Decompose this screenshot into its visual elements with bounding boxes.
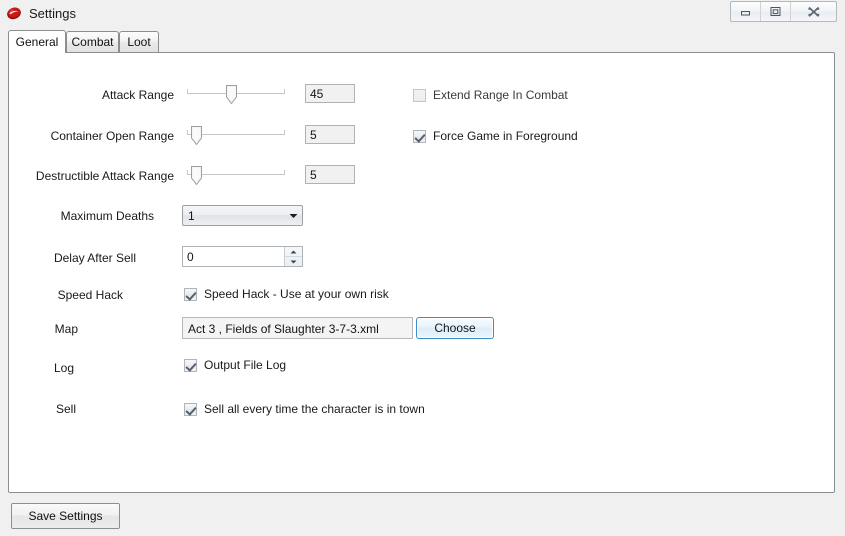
tab-combat-label: Combat	[71, 35, 114, 49]
container-open-range-value[interactable]: 5	[305, 125, 355, 144]
minimize-button[interactable]	[731, 2, 761, 21]
tab-loot-label: Loot	[127, 35, 151, 49]
output-file-log-row[interactable]: Output File Log	[184, 358, 286, 372]
stepper-buttons	[284, 247, 302, 266]
save-settings-button[interactable]: Save Settings	[11, 503, 120, 529]
maximum-deaths-label: Maximum Deaths	[60, 209, 154, 223]
map-label: Map	[54, 322, 78, 336]
extend-range-in-combat-label: Extend Range In Combat	[433, 88, 568, 102]
sell-label: Sell	[55, 402, 76, 416]
speed-hack-label: Speed Hack	[57, 288, 123, 302]
container-open-range-slider[interactable]	[187, 124, 285, 148]
attack-range-slider[interactable]	[187, 83, 285, 107]
choose-map-button-label: Choose	[434, 321, 476, 335]
force-game-in-foreground-checkbox[interactable]	[413, 129, 426, 143]
destructible-attack-range-label: Destructible Attack Range	[35, 169, 174, 183]
log-label: Log	[53, 361, 74, 375]
app-logo-icon	[6, 5, 22, 21]
stepper-up-button[interactable]	[285, 247, 302, 257]
extend-range-in-combat-row[interactable]: Extend Range In Combat	[413, 88, 568, 102]
save-settings-label: Save Settings	[28, 509, 103, 523]
delay-after-sell-stepper[interactable]: 0	[182, 246, 303, 267]
delay-after-sell-label: Delay After Sell	[53, 251, 136, 265]
slider-tick-left	[187, 130, 188, 135]
speed-hack-checkbox-label: Speed Hack - Use at your own risk	[204, 287, 389, 301]
destructible-attack-range-value[interactable]: 5	[305, 165, 355, 184]
slider-thumb[interactable]	[191, 126, 202, 145]
tab-combat[interactable]: Combat	[66, 31, 119, 52]
title-bar: Settings	[0, 0, 845, 26]
attack-range-value[interactable]: 45	[305, 84, 355, 103]
window-title: Settings	[29, 5, 76, 21]
choose-map-button[interactable]: Choose	[416, 317, 494, 339]
map-path-input[interactable]: Act 3 , Fields of Slaughter 3-7-3.xml	[182, 317, 413, 339]
slider-thumb[interactable]	[226, 85, 237, 104]
close-button[interactable]	[791, 2, 836, 21]
sell-all-in-town-row[interactable]: Sell all every time the character is in …	[184, 402, 425, 416]
force-game-in-foreground-label: Force Game in Foreground	[433, 129, 578, 143]
sell-all-in-town-checkbox[interactable]	[184, 402, 197, 416]
general-tab-panel: Attack Range 45 Extend Range In Combat C…	[8, 52, 835, 493]
slider-tick-right	[284, 170, 285, 175]
container-open-range-label: Container Open Range	[50, 129, 174, 143]
speed-hack-row[interactable]: Speed Hack - Use at your own risk	[184, 287, 389, 301]
force-game-in-foreground-row[interactable]: Force Game in Foreground	[413, 129, 578, 143]
extend-range-in-combat-checkbox[interactable]	[413, 88, 426, 102]
tab-strip: General Combat Loot	[8, 30, 837, 53]
window-controls	[730, 1, 837, 22]
slider-thumb[interactable]	[191, 166, 202, 185]
output-file-log-checkbox[interactable]	[184, 358, 197, 372]
slider-tick-left	[187, 170, 188, 175]
chevron-down-icon	[285, 213, 302, 219]
slider-tick-right	[284, 89, 285, 94]
maximum-deaths-value: 1	[188, 208, 195, 223]
tab-general-label: General	[15, 35, 59, 49]
attack-range-label: Attack Range	[101, 88, 174, 102]
maximize-button[interactable]	[761, 2, 791, 21]
delay-after-sell-value[interactable]: 0	[183, 247, 284, 266]
stepper-down-button[interactable]	[285, 257, 302, 266]
slider-tick-right	[284, 130, 285, 135]
speed-hack-checkbox[interactable]	[184, 287, 197, 301]
destructible-attack-range-slider[interactable]	[187, 164, 285, 188]
output-file-log-label: Output File Log	[204, 358, 287, 372]
sell-all-in-town-label: Sell all every time the character is in …	[204, 402, 425, 416]
slider-tick-left	[187, 89, 188, 94]
tab-general[interactable]: General	[8, 30, 66, 53]
maximum-deaths-dropdown[interactable]: 1	[182, 205, 303, 226]
tab-loot[interactable]: Loot	[119, 31, 159, 52]
